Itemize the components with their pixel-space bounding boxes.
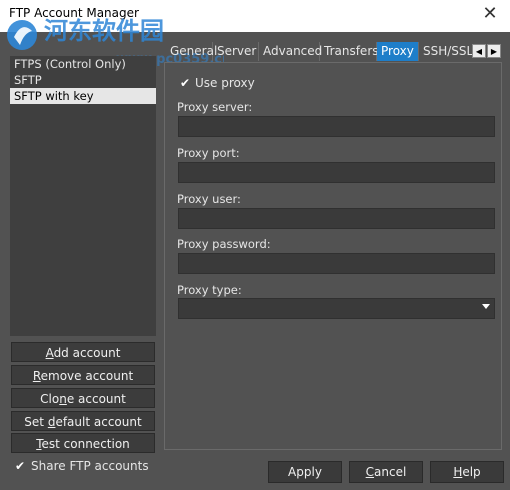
set-default-account-button[interactable]: Set default account [11, 411, 155, 431]
use-proxy-label: Use proxy [195, 76, 255, 90]
proxy-port-label: Proxy port: [177, 146, 240, 160]
title-bar: FTP Account Manager ✕ [0, 0, 510, 32]
window-title: FTP Account Manager [9, 6, 139, 20]
tab-general[interactable]: General [166, 42, 217, 61]
account-item-sftp-with-key[interactable]: SFTP with key [10, 88, 156, 104]
help-button[interactable]: Help [430, 461, 504, 483]
account-item-ftps[interactable]: FTPS (Control Only) [10, 56, 156, 72]
proxy-password-label: Proxy password: [177, 237, 271, 251]
proxy-port-input[interactable] [178, 162, 495, 183]
close-icon[interactable]: ✕ [480, 4, 500, 24]
cancel-button[interactable]: Cancel [349, 461, 423, 483]
account-list[interactable]: FTPS (Control Only) SFTP SFTP with key [10, 56, 156, 336]
clone-account-button[interactable]: Clone account [11, 388, 155, 408]
apply-button[interactable]: Apply [268, 461, 342, 483]
remove-account-button[interactable]: Remove account [11, 365, 155, 385]
tab-ssh-ssl[interactable]: SSH/SSL [419, 42, 479, 61]
tab-advanced[interactable]: Advanced [259, 42, 322, 61]
tab-strip: General Server Advanced Transfers Proxy … [166, 42, 502, 62]
proxy-user-input[interactable] [178, 208, 495, 229]
tab-proxy[interactable]: Proxy [377, 42, 419, 61]
tab-server[interactable]: Server [213, 42, 259, 61]
proxy-type-label: Proxy type: [177, 283, 242, 297]
proxy-type-select[interactable] [178, 298, 495, 319]
tab-scroll-left-icon[interactable]: ◀ [472, 44, 486, 58]
tab-scroll-right-icon[interactable]: ▶ [487, 44, 501, 58]
share-ftp-accounts-checkbox[interactable]: ✔ [15, 460, 27, 472]
use-proxy-checkbox[interactable]: ✔ [180, 77, 192, 89]
proxy-user-label: Proxy user: [177, 192, 241, 206]
add-account-button[interactable]: Add account [11, 342, 155, 362]
chevron-down-icon [482, 304, 490, 309]
proxy-server-label: Proxy server: [177, 100, 253, 114]
tab-transfers[interactable]: Transfers [320, 42, 379, 61]
proxy-password-input[interactable] [178, 253, 495, 274]
share-ftp-accounts-label: Share FTP accounts [31, 459, 149, 473]
test-connection-button[interactable]: Test connection [11, 433, 155, 453]
proxy-server-input[interactable] [178, 116, 495, 137]
account-item-sftp[interactable]: SFTP [10, 72, 156, 88]
